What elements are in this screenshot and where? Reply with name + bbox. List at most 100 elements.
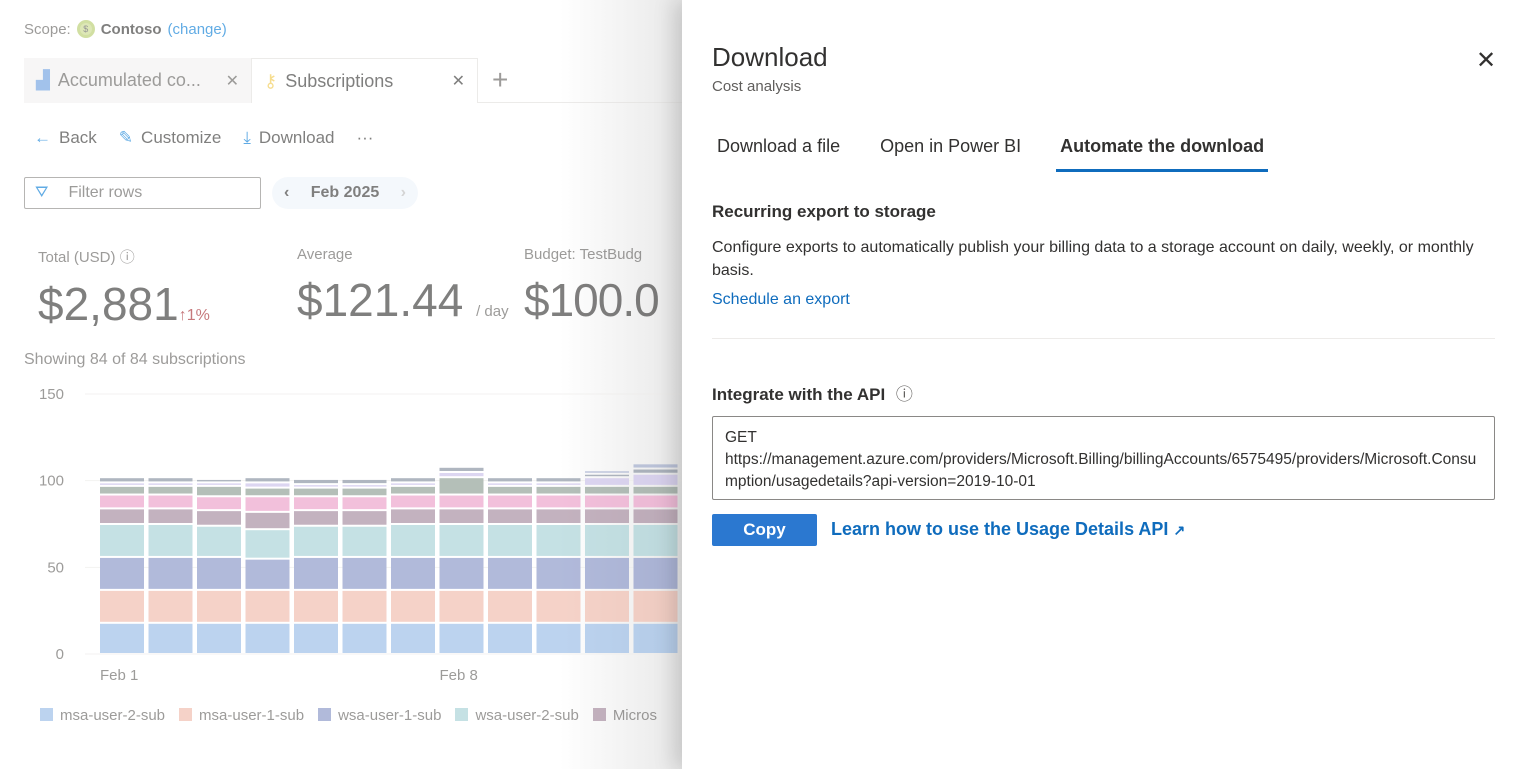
- bar-segment[interactable]: [585, 590, 629, 622]
- bar-segment[interactable]: [100, 495, 144, 508]
- bar-segment[interactable]: [245, 559, 290, 589]
- filter-rows-input[interactable]: ⛛ Filter rows: [24, 177, 261, 209]
- tab-accumulated-costs[interactable]: ▟ Accumulated co... ✕: [24, 58, 251, 103]
- change-scope-link[interactable]: (change): [168, 21, 227, 38]
- bar-segment[interactable]: [197, 623, 241, 653]
- api-request-textarea[interactable]: GET https://management.azure.com/provide…: [712, 416, 1495, 500]
- bar-segment[interactable]: [342, 485, 387, 487]
- bar-segment[interactable]: [536, 486, 581, 494]
- bar-segment[interactable]: [633, 486, 678, 494]
- close-tab-icon[interactable]: ✕: [452, 71, 465, 91]
- bar-segment[interactable]: [245, 590, 290, 622]
- bar-segment[interactable]: [391, 590, 435, 622]
- bar-segment[interactable]: [536, 478, 581, 482]
- date-picker[interactable]: ‹ Feb 2025 ›: [272, 177, 418, 209]
- schedule-export-link[interactable]: Schedule an export: [712, 288, 850, 311]
- bar-segment[interactable]: [633, 464, 678, 468]
- bar-segment[interactable]: [439, 623, 484, 653]
- bar-segment[interactable]: [633, 623, 678, 653]
- bar-segment[interactable]: [342, 479, 387, 484]
- close-icon[interactable]: ✕: [1476, 46, 1496, 75]
- bar-segment[interactable]: [585, 478, 629, 485]
- bar-segment[interactable]: [294, 479, 338, 484]
- bar-segment[interactable]: [342, 557, 387, 589]
- bar-segment[interactable]: [245, 623, 290, 653]
- more-button[interactable]: ···: [356, 128, 373, 148]
- bar-segment[interactable]: [148, 486, 193, 494]
- bar-segment[interactable]: [391, 495, 435, 508]
- bar-segment[interactable]: [633, 495, 678, 508]
- chevron-right-icon[interactable]: ›: [401, 184, 406, 202]
- legend-item[interactable]: Micros: [592, 707, 657, 724]
- bar-segment[interactable]: [100, 478, 144, 482]
- bar-segment[interactable]: [633, 509, 678, 523]
- bar-segment[interactable]: [633, 525, 678, 556]
- bar-segment[interactable]: [342, 526, 387, 556]
- bar-segment[interactable]: [536, 623, 581, 653]
- bar-segment[interactable]: [197, 483, 241, 485]
- bar-segment[interactable]: [294, 497, 338, 510]
- download-button[interactable]: ⤓ Download: [243, 128, 334, 148]
- bar-segment[interactable]: [536, 590, 581, 622]
- bar-segment[interactable]: [585, 471, 629, 473]
- close-tab-icon[interactable]: ✕: [226, 71, 239, 91]
- bar-segment[interactable]: [245, 483, 290, 487]
- legend-item[interactable]: msa-user-1-sub: [179, 707, 304, 724]
- bar-segment[interactable]: [197, 497, 241, 510]
- bar-segment[interactable]: [245, 478, 290, 482]
- bar-segment[interactable]: [391, 623, 435, 653]
- bar-segment[interactable]: [245, 512, 290, 529]
- bar-segment[interactable]: [488, 525, 532, 556]
- info-icon[interactable]: ⓘ: [896, 385, 913, 404]
- bar-segment[interactable]: [439, 509, 484, 523]
- bar-segment[interactable]: [536, 495, 581, 508]
- bar-segment[interactable]: [342, 511, 387, 525]
- bar-segment[interactable]: [294, 511, 338, 525]
- bar-segment[interactable]: [391, 478, 435, 482]
- bar-segment[interactable]: [294, 623, 338, 653]
- bar-segment[interactable]: [585, 495, 629, 508]
- bar-segment[interactable]: [633, 590, 678, 622]
- bar-segment[interactable]: [100, 486, 144, 494]
- bar-segment[interactable]: [294, 485, 338, 487]
- bar-segment[interactable]: [342, 488, 387, 496]
- bar-segment[interactable]: [585, 509, 629, 523]
- bar-segment[interactable]: [488, 486, 532, 494]
- bar-segment[interactable]: [488, 509, 532, 523]
- back-button[interactable]: ← Back: [34, 128, 97, 148]
- bar-segment[interactable]: [488, 483, 532, 485]
- bar-segment[interactable]: [391, 486, 435, 494]
- bar-segment[interactable]: [197, 511, 241, 525]
- bar-segment[interactable]: [633, 474, 678, 485]
- bar-segment[interactable]: [536, 509, 581, 523]
- legend-item[interactable]: msa-user-2-sub: [40, 707, 165, 724]
- bar-segment[interactable]: [148, 623, 193, 653]
- bar-segment[interactable]: [488, 623, 532, 653]
- bar-segment[interactable]: [391, 509, 435, 523]
- info-icon[interactable]: ⓘ: [120, 249, 135, 266]
- bar-segment[interactable]: [100, 509, 144, 523]
- bar-segment[interactable]: [245, 497, 290, 511]
- bar-segment[interactable]: [585, 486, 629, 494]
- bar-segment[interactable]: [585, 525, 629, 556]
- bar-segment[interactable]: [439, 525, 484, 556]
- customize-button[interactable]: ✎ Customize: [119, 128, 222, 148]
- bar-segment[interactable]: [148, 525, 193, 556]
- bar-segment[interactable]: [342, 590, 387, 622]
- bar-segment[interactable]: [439, 590, 484, 622]
- bar-segment[interactable]: [439, 467, 484, 471]
- bar-segment[interactable]: [197, 557, 241, 589]
- bar-segment[interactable]: [197, 486, 241, 496]
- bar-segment[interactable]: [197, 590, 241, 622]
- bar-segment[interactable]: [342, 497, 387, 510]
- bar-segment[interactable]: [294, 526, 338, 556]
- bar-segment[interactable]: [439, 473, 484, 477]
- bar-segment[interactable]: [439, 557, 484, 589]
- bar-segment[interactable]: [148, 590, 193, 622]
- bar-segment[interactable]: [342, 623, 387, 653]
- copy-button[interactable]: Copy: [712, 514, 817, 546]
- bar-segment[interactable]: [294, 590, 338, 622]
- bar-segment[interactable]: [488, 590, 532, 622]
- bar-segment[interactable]: [100, 590, 144, 622]
- learn-usage-api-link[interactable]: Learn how to use the Usage Details API ↗: [831, 519, 1185, 540]
